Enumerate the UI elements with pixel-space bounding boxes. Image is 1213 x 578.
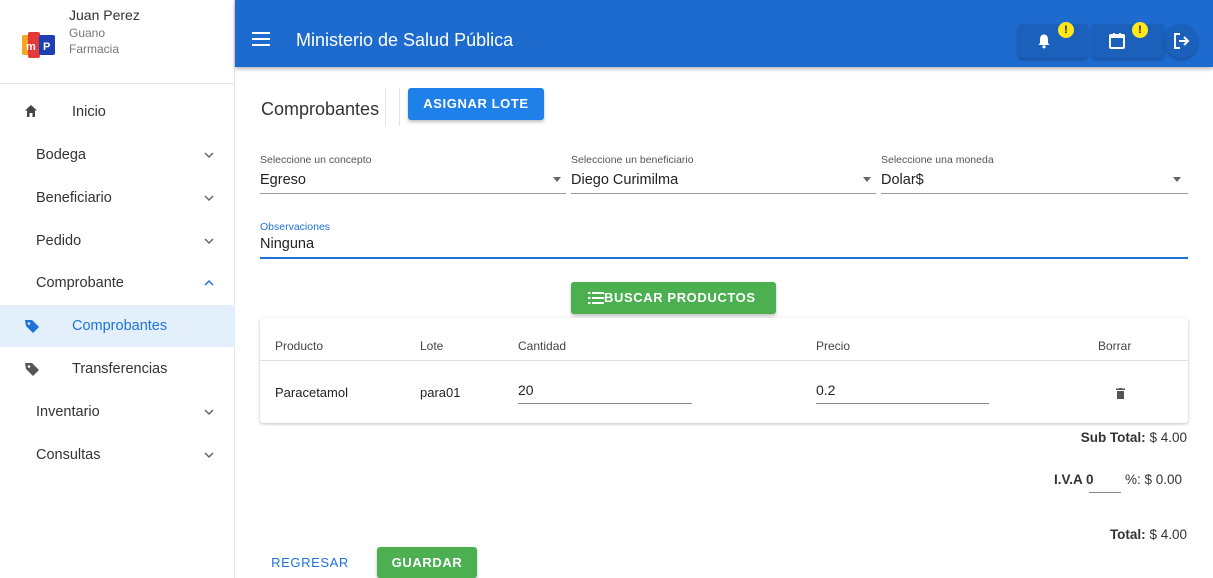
list-icon: [588, 292, 604, 304]
chevron-down-icon: [204, 195, 214, 202]
price-input[interactable]: 0.2: [816, 382, 835, 398]
column-header: Lote: [420, 339, 444, 353]
iva-label: I.V.A 0: [1054, 472, 1094, 487]
sidebar-item-beneficiario[interactable]: Beneficiario: [0, 177, 235, 219]
save-button[interactable]: GUARDAR: [377, 547, 477, 578]
beneficiary-select[interactable]: Diego Curimilma: [571, 172, 678, 188]
menu-icon[interactable]: [252, 32, 270, 46]
msp-logo: m P: [22, 32, 55, 58]
sidebar-item-transferencias[interactable]: Transferencias: [0, 348, 235, 390]
sidebar-item-label: Comprobantes: [72, 318, 168, 334]
iva-value: %: $ 0.00: [1125, 472, 1183, 487]
quantity-input[interactable]: 20: [518, 382, 534, 398]
sidebar-item-comprobantes[interactable]: Comprobantes: [0, 305, 235, 347]
sidebar-item-inicio[interactable]: Inicio: [0, 91, 235, 133]
currency-label: Seleccione una moneda: [881, 154, 994, 166]
product-cell: Paracetamol: [275, 385, 348, 400]
calendar-icon: [1109, 33, 1125, 49]
total-label: Total:: [1109, 527, 1146, 542]
subtotal-value: $ 4.00: [1149, 430, 1187, 445]
chevron-up-icon: [204, 279, 214, 286]
user-name: Juan Perez: [69, 7, 140, 23]
app-title: Ministerio de Salud Pública: [296, 30, 514, 50]
concept-underline: [260, 193, 566, 194]
column-header: Borrar: [1098, 339, 1132, 353]
search-products-button[interactable]: BUSCAR PRODUCTOS: [571, 282, 776, 314]
concept-select[interactable]: Egreso: [260, 172, 306, 188]
sidebar-item-label: Inventario: [36, 404, 100, 420]
quantity-underline: [518, 403, 692, 404]
currency-select[interactable]: Dolar$: [881, 172, 924, 188]
sidebar-item-label: Consultas: [36, 447, 101, 463]
total-value: $ 4.00: [1149, 527, 1187, 542]
subtotal-label: Sub Total:: [1080, 430, 1146, 445]
tag-icon: [25, 320, 39, 333]
bell-icon: [1038, 34, 1050, 49]
search-products-label: BUSCAR PRODUCTOS: [604, 290, 756, 305]
page-title: Comprobantes: [261, 99, 380, 119]
app-header: Ministerio de Salud Pública ! !: [235, 0, 1213, 67]
price-underline: [816, 403, 989, 404]
sidebar-item-consultas[interactable]: Consultas: [0, 434, 235, 476]
observations-input[interactable]: Ninguna: [260, 236, 314, 252]
products-table: Producto Lote Cantidad Precio Borrar Par…: [260, 318, 1188, 423]
back-button[interactable]: REGRESAR: [262, 548, 358, 578]
iva-input[interactable]: [1089, 492, 1121, 493]
column-header: Precio: [816, 339, 851, 353]
logout-button[interactable]: [1164, 24, 1198, 58]
beneficiary-label: Seleccione un beneficiario: [571, 154, 694, 166]
assign-lot-button[interactable]: ASIGNAR LOTE: [408, 88, 544, 120]
sidebar: m P Juan Perez Guano Farmacia Inicio Bod…: [0, 0, 235, 578]
sidebar-item-label: Pedido: [36, 233, 82, 249]
sidebar-item-label: Bodega: [36, 147, 86, 163]
sidebar-item-bodega[interactable]: Bodega: [0, 134, 235, 176]
sidebar-item-inventario[interactable]: Inventario: [0, 391, 235, 433]
sidebar-item-label: Comprobante: [36, 275, 124, 291]
column-header: Producto: [275, 339, 324, 353]
calendar-badge: !: [1132, 22, 1148, 38]
user-block: m P Juan Perez Guano Farmacia: [0, 0, 234, 84]
observations-label: Observaciones: [260, 221, 331, 233]
total: Total: $ 4.00: [1110, 527, 1187, 542]
column-header: Cantidad: [518, 339, 567, 353]
svg-text:P: P: [43, 41, 50, 53]
sidebar-item-label: Inicio: [72, 104, 106, 120]
chevron-down-icon: [204, 409, 214, 416]
sidebar-item-comprobante[interactable]: Comprobante: [0, 262, 235, 304]
calendar-button[interactable]: !: [1092, 22, 1164, 58]
home-icon: [25, 105, 37, 117]
user-place: Farmacia: [69, 42, 120, 56]
logout-icon: [1174, 33, 1190, 49]
beneficiary-underline: [571, 193, 876, 194]
table-divider: [260, 360, 1188, 361]
chevron-down-icon: [204, 452, 214, 459]
chevron-down-icon: [204, 152, 214, 159]
caret-down-icon[interactable]: [863, 177, 871, 182]
chevron-down-icon: [204, 238, 214, 245]
caret-down-icon[interactable]: [1173, 177, 1181, 182]
user-city: Guano: [69, 26, 106, 40]
divider: [385, 88, 386, 126]
currency-underline: [881, 193, 1188, 194]
subtotal: Sub Total: $ 4.00: [1081, 430, 1187, 445]
notifications-button[interactable]: !: [1018, 22, 1088, 58]
sidebar-item-label: Transferencias: [72, 361, 168, 377]
svg-text:m: m: [26, 41, 36, 53]
trash-icon[interactable]: [1116, 388, 1125, 399]
sidebar-item-pedido[interactable]: Pedido: [0, 220, 235, 262]
lot-cell: para01: [420, 385, 461, 400]
notification-badge: !: [1058, 22, 1074, 38]
tag-icon: [25, 363, 39, 376]
observations-underline: [260, 257, 1188, 259]
divider: [399, 88, 400, 126]
caret-down-icon[interactable]: [553, 177, 561, 182]
sidebar-item-label: Beneficiario: [36, 190, 112, 206]
concept-label: Seleccione un concepto: [260, 154, 372, 166]
